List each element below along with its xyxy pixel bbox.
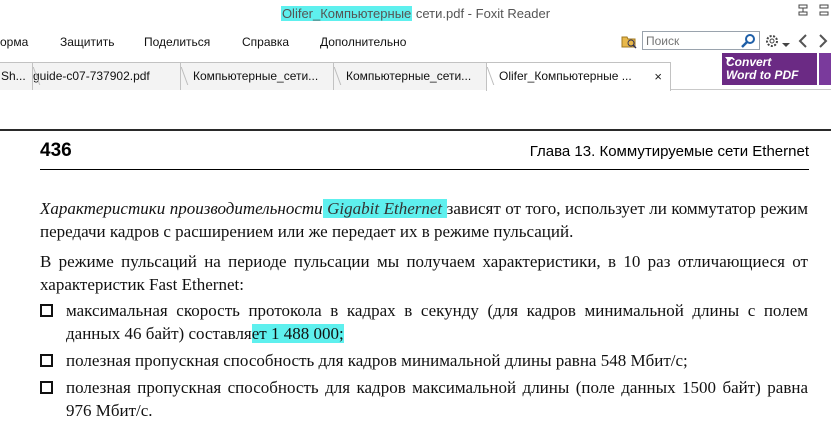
- search-icon[interactable]: [741, 33, 757, 49]
- paragraph-1: Характеристики производительности Gigabi…: [40, 197, 808, 243]
- page-number: 436: [40, 140, 72, 161]
- paragraph-1-italic: Характеристики производительности: [40, 199, 323, 218]
- tab-label: Компьютерные_сети...: [346, 69, 472, 83]
- folder-search-icon[interactable]: [621, 33, 637, 49]
- search-field[interactable]: [642, 31, 760, 50]
- checkbox-bullet-icon: [40, 304, 53, 317]
- tab-label: Olifer_Компьютерные ...: [499, 69, 632, 83]
- page-edge: [0, 129, 831, 131]
- tab-document-4[interactable]: Компьютерные_сети...: [333, 62, 488, 90]
- convert-line2: Word to PDF: [726, 68, 799, 82]
- tab-bar: Sh... guide-c07-737902.pdf Компьютерные_…: [0, 56, 831, 91]
- menu-dots-icon[interactable]: [817, 4, 831, 18]
- window-title: Olifer_Компьютерные сети.pdf - Foxit Rea…: [0, 6, 831, 21]
- tab-document-1[interactable]: Sh...: [0, 62, 34, 90]
- menu-item-help[interactable]: Справка: [242, 35, 289, 49]
- bullet-text-2: полезная пропускная способность для кадр…: [66, 351, 688, 370]
- tab-label: guide-c07-737902.pdf: [33, 69, 150, 83]
- restore-icon[interactable]: [796, 4, 810, 18]
- tab-document-5-active[interactable]: Olifer_Компьютерные ... ×: [486, 62, 671, 91]
- convert-label: Convert Word to PDF: [726, 56, 798, 82]
- chevron-down-icon[interactable]: [782, 36, 790, 47]
- close-icon[interactable]: ×: [654, 69, 662, 84]
- title-bar: Olifer_Компьютерные сети.pdf - Foxit Rea…: [0, 0, 831, 30]
- tab-label: Sh...: [1, 69, 26, 83]
- menu-item-extra[interactable]: Дополнительно: [320, 35, 406, 49]
- tab-document-3[interactable]: Компьютерные_сети...: [180, 62, 335, 90]
- paragraph-2: В режиме пульсаций на периоде пульсации …: [40, 252, 808, 294]
- tab-label: Компьютерные_сети...: [193, 69, 319, 83]
- menu-item-protect[interactable]: Защитить: [60, 35, 114, 49]
- bullet-1-start: максимальная скорость протокола в кадрах…: [66, 301, 808, 343]
- nav-back-icon[interactable]: [797, 33, 809, 49]
- tab-document-2[interactable]: guide-c07-737902.pdf: [32, 62, 182, 90]
- bullet-1-highlight: ет 1 488 000;: [251, 324, 344, 343]
- checkbox-bullet-icon: [40, 354, 53, 367]
- gear-icon[interactable]: [764, 33, 780, 49]
- search-input[interactable]: [643, 32, 739, 50]
- convert-word-to-pdf-button[interactable]: Convert Word to PDF: [722, 53, 817, 85]
- menu-item-form[interactable]: орма: [0, 35, 28, 49]
- chapter-title: Глава 13. Коммутируемые сети Ethernet: [529, 143, 809, 160]
- window-title-rest: сети.pdf - Foxit Reader: [412, 6, 551, 21]
- convert-side-panel[interactable]: [819, 53, 831, 85]
- bullet-text-3: полезная пропускная способность для кадр…: [66, 378, 808, 420]
- nav-forward-icon[interactable]: [817, 33, 829, 49]
- checkbox-bullet-icon: [40, 381, 53, 394]
- menu-item-share[interactable]: Поделиться: [144, 35, 210, 49]
- header-rule: [40, 169, 809, 170]
- bullet-text-1: максимальная скорость протокола в кадрах…: [66, 299, 808, 345]
- paragraph-1-highlight: Gigabit Ethernet: [322, 199, 447, 218]
- window-title-highlight: Olifer_Компьютерные: [280, 6, 413, 21]
